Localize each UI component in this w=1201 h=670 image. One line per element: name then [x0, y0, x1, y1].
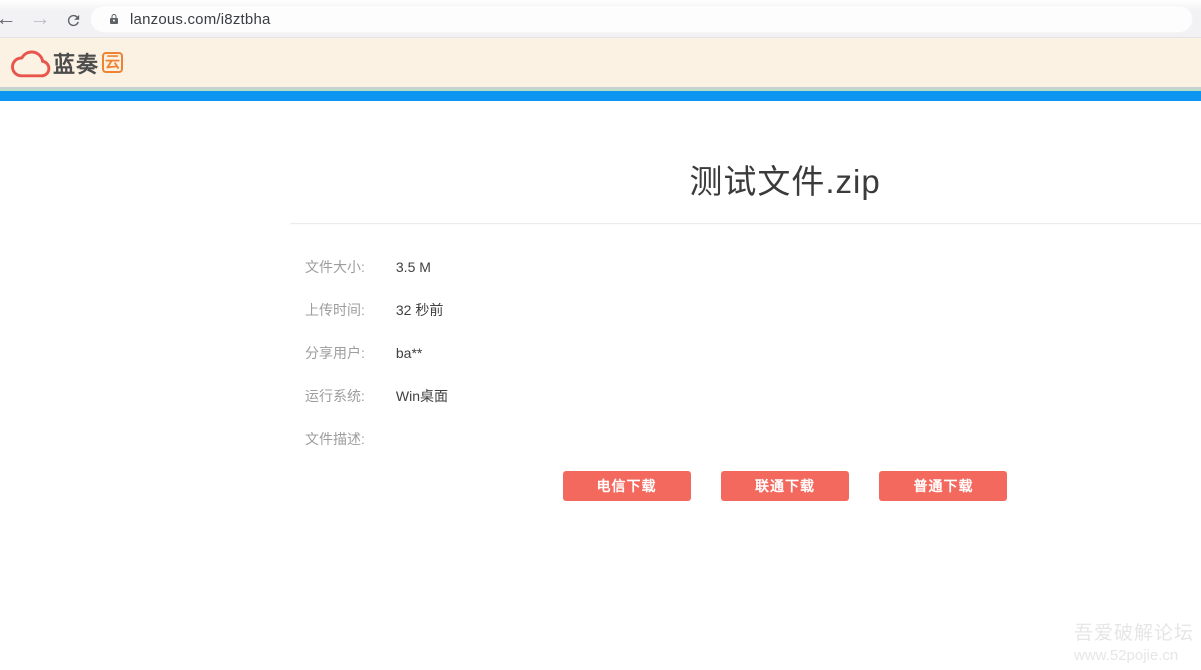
- site-logo[interactable]: 蓝奏 云: [7, 47, 123, 79]
- title-divider: [290, 223, 1201, 224]
- site-header: 蓝奏 云: [0, 38, 1201, 87]
- download-buttons: 电信下载 联通下载 普通下载: [290, 471, 1201, 501]
- upload-time-value: 32 秒前: [396, 302, 443, 318]
- share-user-label: 分享用户:: [305, 345, 392, 361]
- watermark-line2: www.52pojie.cn: [1074, 645, 1194, 666]
- file-size-value: 3.5 M: [396, 259, 431, 275]
- normal-download-button[interactable]: 普通下载: [879, 471, 1007, 501]
- watermark: 吾爱破解论坛 www.52pojie.cn: [1074, 622, 1194, 666]
- run-system-value: Win桌面: [396, 388, 448, 404]
- lock-icon: [108, 12, 120, 26]
- upload-time-label: 上传时间:: [305, 302, 392, 318]
- file-info-list: 文件大小: 3.5 M 上传时间: 32 秒前 分享用户: ba** 运行系统:…: [290, 259, 1201, 447]
- file-size-row: 文件大小: 3.5 M: [305, 259, 1201, 275]
- brand-text: 蓝奏: [53, 47, 99, 79]
- upload-time-row: 上传时间: 32 秒前: [305, 302, 1201, 318]
- url-text[interactable]: lanzous.com/i8ztbha: [130, 11, 271, 28]
- back-icon[interactable]: ←: [0, 6, 19, 32]
- forward-icon[interactable]: →: [27, 6, 53, 32]
- file-title: 测试文件.zip: [290, 155, 1201, 203]
- telecom-download-button[interactable]: 电信下载: [563, 471, 691, 501]
- accent-bar: [0, 91, 1201, 101]
- address-bar[interactable]: lanzous.com/i8ztbha: [90, 5, 1193, 33]
- watermark-line1: 吾爱破解论坛: [1074, 622, 1194, 645]
- main-content: 测试文件.zip 文件大小: 3.5 M 上传时间: 32 秒前 分享用户: b…: [290, 155, 1201, 501]
- run-system-row: 运行系统: Win桌面: [305, 388, 1201, 404]
- unicom-download-button[interactable]: 联通下载: [721, 471, 849, 501]
- cloud-icon: [7, 47, 51, 79]
- browser-toolbar: ← → lanzous.com/i8ztbha: [0, 0, 1201, 38]
- share-user-row: 分享用户: ba**: [305, 345, 1201, 361]
- share-user-value: ba**: [396, 345, 422, 361]
- refresh-icon[interactable]: [60, 6, 86, 32]
- brand-badge: 云: [102, 52, 123, 73]
- file-description-label: 文件描述:: [305, 431, 392, 447]
- file-description-row: 文件描述:: [305, 431, 1201, 447]
- run-system-label: 运行系统:: [305, 388, 392, 404]
- file-size-label: 文件大小:: [305, 259, 392, 275]
